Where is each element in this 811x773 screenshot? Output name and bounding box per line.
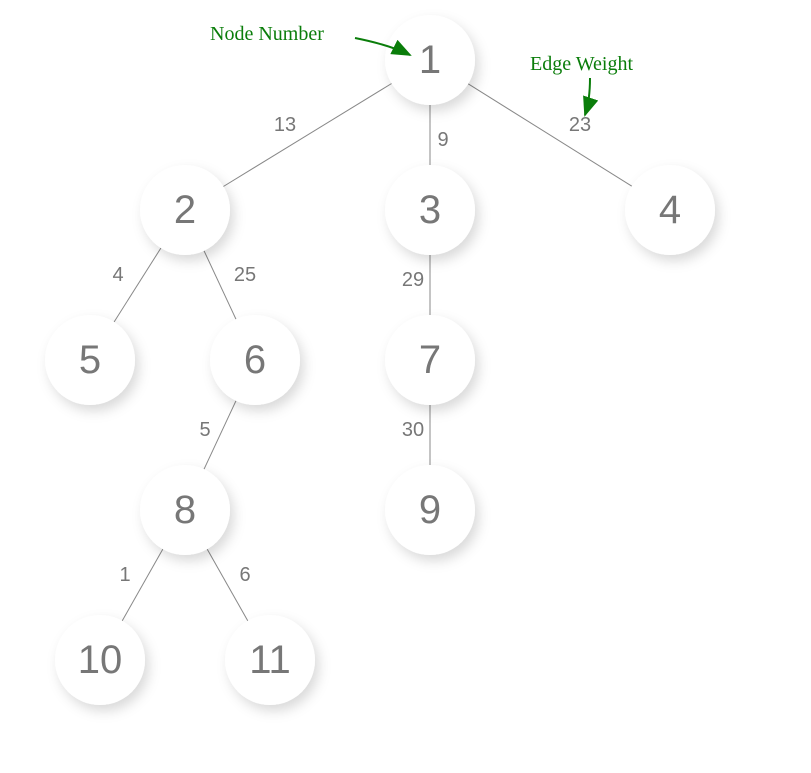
nodes-group: 1 2 3 4 5 6 7 8 9 10 11 — [45, 15, 715, 705]
svg-text:9: 9 — [419, 488, 441, 532]
svg-text:11: 11 — [249, 638, 291, 682]
svg-text:7: 7 — [419, 338, 441, 382]
svg-text:6: 6 — [244, 338, 266, 382]
annotation-node-number-label: Node Number — [210, 23, 324, 45]
node-8: 8 — [140, 465, 230, 555]
node-1: 1 — [385, 15, 475, 105]
edge-weight-1-2: 13 — [274, 114, 296, 136]
node-7: 7 — [385, 315, 475, 405]
edge-weight-6-8: 5 — [199, 419, 210, 441]
annotation-node-number: Node Number — [210, 23, 410, 55]
svg-text:2: 2 — [174, 188, 196, 232]
svg-text:8: 8 — [174, 488, 196, 532]
edge-weight-2-6: 25 — [234, 264, 256, 286]
edge-1-2 — [223, 83, 391, 186]
node-4: 4 — [625, 165, 715, 255]
node-2: 2 — [140, 165, 230, 255]
node-9: 9 — [385, 465, 475, 555]
svg-text:5: 5 — [79, 338, 101, 382]
edge-weight-2-5: 4 — [112, 264, 123, 286]
edge-weight-1-3: 9 — [437, 129, 448, 151]
svg-text:1: 1 — [419, 38, 441, 82]
tree-diagram: 13 9 23 4 25 29 5 30 1 6 1 2 3 4 5 6 7 8… — [0, 0, 811, 773]
arrow-icon — [585, 78, 590, 115]
edge-weight-3-7: 29 — [402, 269, 424, 291]
svg-text:4: 4 — [659, 188, 681, 232]
svg-text:10: 10 — [78, 638, 123, 682]
node-3: 3 — [385, 165, 475, 255]
edge-2-6 — [204, 251, 236, 319]
edge-weight-1-4: 23 — [569, 114, 591, 136]
node-10: 10 — [55, 615, 145, 705]
annotation-edge-weight: Edge Weight — [530, 53, 633, 115]
edge-weight-8-11: 6 — [239, 564, 250, 586]
edge-1-4 — [468, 84, 632, 186]
svg-text:3: 3 — [419, 188, 441, 232]
node-11: 11 — [225, 615, 315, 705]
edge-weight-8-10: 1 — [119, 564, 130, 586]
node-6: 6 — [210, 315, 300, 405]
node-5: 5 — [45, 315, 135, 405]
edge-weight-7-9: 30 — [402, 419, 424, 441]
annotation-edge-weight-label: Edge Weight — [530, 53, 633, 75]
